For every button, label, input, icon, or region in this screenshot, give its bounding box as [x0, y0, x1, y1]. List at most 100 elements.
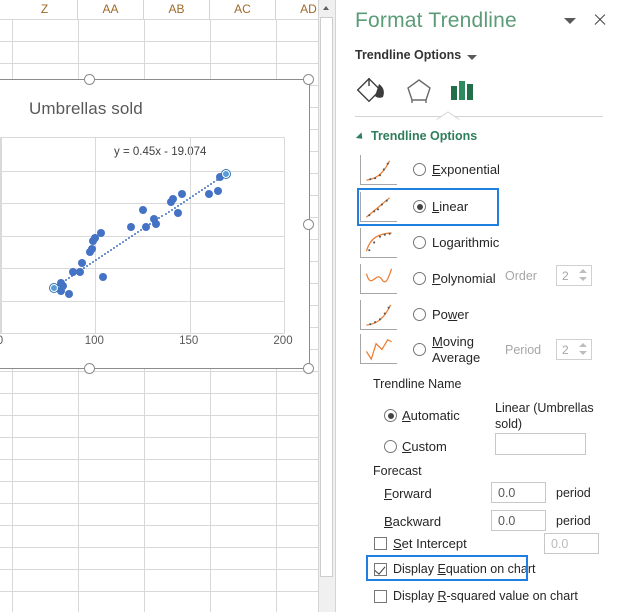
column-header-aa[interactable]: AA: [78, 0, 144, 19]
chart-resize-handle-top[interactable]: [84, 74, 95, 85]
trendline-segment: [137, 231, 140, 234]
order-value: 2: [562, 269, 569, 283]
column-header-z[interactable]: Z: [12, 0, 78, 19]
logarithmic-label[interactable]: Logarithmic: [432, 235, 499, 250]
scatter-point[interactable]: [168, 195, 177, 204]
scrollbar-thumb[interactable]: [320, 17, 333, 577]
forecast-backward-input[interactable]: 0.0: [491, 510, 546, 531]
scroll-up-button[interactable]: [319, 0, 334, 16]
trendline-selection-handle[interactable]: [221, 170, 230, 179]
moving-average-thumbnail-icon: [360, 334, 397, 364]
chart-x-axis[interactable]: 0 100 150 200: [0, 335, 293, 353]
scatter-point[interactable]: [78, 259, 87, 268]
trendline-type-moving-average[interactable]: Moving Average: [360, 334, 505, 366]
trendline-name-custom-radio[interactable]: [384, 440, 397, 453]
exponential-label[interactable]: Exponential: [432, 162, 500, 177]
chart-resize-handle-top-right[interactable]: [303, 74, 314, 85]
scatter-point[interactable]: [178, 189, 187, 198]
column-header-ab[interactable]: AB: [144, 0, 210, 19]
chart-gridline: [1, 268, 284, 269]
logarithmic-radio[interactable]: [413, 236, 426, 249]
x-axis-tick-label: 150: [179, 335, 199, 347]
forecast-backward-label[interactable]: Backward: [384, 514, 441, 529]
spinner-up-icon: [579, 343, 587, 347]
chart-border: [0, 79, 310, 80]
chart-title[interactable]: Umbrellas sold: [29, 99, 143, 119]
grid-line: [0, 459, 318, 460]
set-intercept-input[interactable]: 0.0: [544, 533, 599, 554]
scatter-point[interactable]: [64, 290, 73, 298]
chart-plot-area[interactable]: y = 0.45x - 19.074: [0, 137, 285, 334]
trendline-name-custom-input[interactable]: [495, 433, 586, 455]
trendline-type-polynomial[interactable]: Polynomial: [360, 264, 505, 296]
moving-average-radio[interactable]: [413, 343, 426, 356]
trendline-segment: [161, 215, 164, 218]
trendline-name-automatic-label[interactable]: Automatic: [402, 408, 460, 423]
display-rsquared-checkbox[interactable]: [374, 590, 387, 603]
trendline-name-automatic-radio[interactable]: [384, 409, 397, 422]
scatter-point[interactable]: [213, 186, 222, 195]
trendline-type-logarithmic[interactable]: Logarithmic: [360, 228, 505, 260]
polynomial-radio[interactable]: [413, 272, 426, 285]
chart-gridline: [190, 138, 191, 333]
column-header-ac[interactable]: AC: [210, 0, 276, 19]
chevron-down-icon[interactable]: [564, 14, 578, 28]
linear-radio[interactable]: [413, 200, 426, 213]
chart-resize-handle-bottom[interactable]: [84, 363, 95, 374]
linear-label[interactable]: Linear: [432, 199, 468, 214]
power-label[interactable]: Power: [432, 307, 469, 322]
logarithmic-thumbnail-icon: [360, 228, 397, 258]
close-icon[interactable]: [592, 12, 608, 28]
trendline-name-custom-label[interactable]: Custom: [402, 439, 447, 454]
scatter-point[interactable]: [76, 267, 85, 276]
polynomial-label[interactable]: Polynomial: [432, 271, 496, 286]
chart-resize-handle-right[interactable]: [303, 219, 314, 230]
set-intercept-label[interactable]: Set Intercept: [393, 536, 467, 551]
display-rsquared-label[interactable]: Display R-squared value on chart: [393, 589, 578, 603]
scatter-point[interactable]: [138, 206, 147, 215]
scatter-point[interactable]: [98, 273, 107, 282]
scatter-point[interactable]: [204, 189, 213, 198]
trendline-equation-label[interactable]: y = 0.45x - 19.074: [114, 146, 206, 158]
period-spinner-buttons[interactable]: [576, 339, 590, 360]
fill-and-line-icon[interactable]: [355, 72, 399, 108]
chevron-down-icon[interactable]: [467, 55, 477, 60]
vertical-scrollbar[interactable]: [318, 0, 335, 612]
trendline-segment: [197, 191, 200, 194]
exponential-radio[interactable]: [413, 163, 426, 176]
scatter-point[interactable]: [127, 223, 136, 232]
forecast-forward-input[interactable]: 0.0: [491, 482, 546, 503]
trendline-type-power[interactable]: Power: [360, 300, 505, 332]
trendline-type-exponential[interactable]: Exponential: [360, 155, 505, 187]
display-equation-checkbox[interactable]: [374, 563, 387, 576]
chart-gridline: [1, 171, 284, 172]
trendline-segment: [116, 245, 119, 248]
grid-line: [0, 63, 318, 64]
trendline-type-linear[interactable]: Linear: [360, 192, 505, 224]
forecast-forward-label[interactable]: Forward: [384, 486, 432, 501]
scatter-point[interactable]: [96, 228, 105, 237]
trendline-segment: [194, 193, 197, 196]
chart-object[interactable]: Umbrellas sold y = 0.45x - 19.074 0 100 15…: [0, 74, 314, 374]
period-label: Period: [505, 343, 542, 357]
trendline-options-icon[interactable]: [441, 72, 485, 108]
scatter-point[interactable]: [142, 223, 151, 232]
trendline-name-heading: Trendline Name: [373, 377, 462, 391]
set-intercept-checkbox[interactable]: [374, 537, 387, 550]
expand-collapse-icon[interactable]: [355, 132, 366, 142]
scatter-point[interactable]: [174, 209, 183, 218]
display-equation-label[interactable]: Display Equation on chart: [393, 562, 535, 576]
effects-icon[interactable]: [398, 72, 442, 108]
trendline-segment: [188, 197, 191, 200]
chart-gridline: [1, 236, 284, 237]
scatter-point[interactable]: [151, 220, 160, 229]
order-spinner-buttons[interactable]: [576, 265, 590, 286]
chart-resize-handle-bottom-right[interactable]: [303, 363, 314, 374]
moving-average-label[interactable]: Moving Average: [432, 334, 498, 366]
scatter-point[interactable]: [87, 245, 96, 254]
order-label: Order: [505, 269, 537, 283]
spinner-down-icon: [579, 277, 587, 281]
column-header-ad[interactable]: AD: [276, 0, 318, 19]
grid-line: [0, 415, 318, 416]
power-radio[interactable]: [413, 308, 426, 321]
